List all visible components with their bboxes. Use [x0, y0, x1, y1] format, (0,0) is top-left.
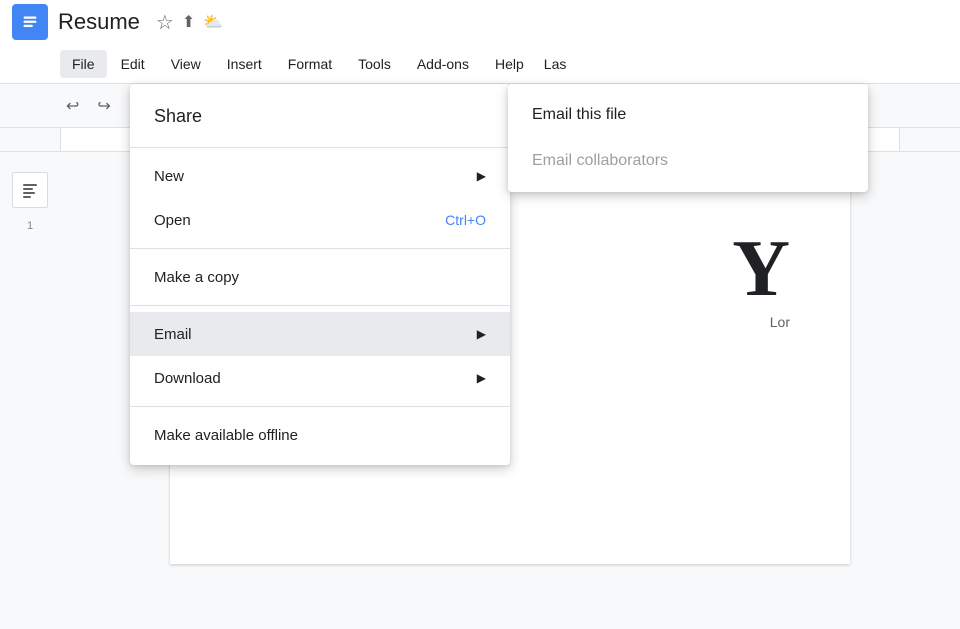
- upload-icon[interactable]: ⬆: [182, 12, 195, 32]
- menu-item-edit[interactable]: Edit: [109, 50, 157, 78]
- menu-item-last[interactable]: Las: [538, 50, 573, 78]
- submenu-item-email-file[interactable]: Email this file: [508, 92, 868, 138]
- menu-item-addons[interactable]: Add-ons: [405, 50, 481, 78]
- menu-item-format[interactable]: Format: [276, 50, 344, 78]
- dropdown-item-download-arrow: ▶: [477, 371, 486, 385]
- dropdown-share-item[interactable]: Share: [130, 92, 510, 141]
- redo-button[interactable]: ↪: [91, 92, 116, 120]
- app-icon[interactable]: [12, 4, 48, 40]
- dropdown-item-email-arrow: ▶: [477, 327, 486, 341]
- large-letter: Y: [732, 224, 790, 315]
- menu-item-view[interactable]: View: [159, 50, 213, 78]
- dropdown-item-offline-label: Make available offline: [154, 427, 298, 444]
- left-panel: 1: [0, 152, 60, 629]
- dropdown-item-open-shortcut: Ctrl+O: [445, 212, 486, 228]
- title-icons: ☆ ⬆ ⛅: [156, 10, 223, 35]
- undo-button[interactable]: ↩: [60, 92, 85, 120]
- dropdown-item-offline[interactable]: Make available offline: [130, 413, 510, 457]
- star-icon[interactable]: ☆: [156, 10, 174, 35]
- menu-item-file[interactable]: File: [60, 50, 107, 78]
- page-number: 1: [27, 220, 33, 232]
- body-text: Lor: [770, 314, 790, 330]
- document-title: Resume: [58, 9, 140, 35]
- dropdown-item-email[interactable]: Email ▶: [130, 312, 510, 356]
- menu-bar: File Edit View Insert Format Tools Add-o…: [0, 44, 960, 84]
- title-bar: Resume ☆ ⬆ ⛅: [0, 0, 960, 44]
- dropdown-item-make-copy[interactable]: Make a copy: [130, 255, 510, 299]
- dropdown-separator-3: [130, 305, 510, 306]
- submenu-item-email-collaborators: Email collaborators: [508, 138, 868, 184]
- dropdown-separator-4: [130, 406, 510, 407]
- dropdown-item-make-copy-label: Make a copy: [154, 269, 239, 286]
- menu-item-tools[interactable]: Tools: [346, 50, 403, 78]
- dropdown-separator-1: [130, 147, 510, 148]
- dropdown-item-email-label: Email: [154, 326, 192, 343]
- dropdown-item-new-label: New: [154, 168, 184, 185]
- email-submenu: Email this file Email collaborators: [508, 84, 868, 192]
- dropdown-item-open-label: Open: [154, 212, 191, 229]
- bookmark-icon[interactable]: ⛅: [203, 12, 223, 32]
- dropdown-item-download[interactable]: Download ▶: [130, 356, 510, 400]
- menu-item-insert[interactable]: Insert: [215, 50, 274, 78]
- menu-item-help[interactable]: Help: [483, 50, 536, 78]
- dropdown-item-new-arrow: ▶: [477, 169, 486, 183]
- dropdown-item-new[interactable]: New ▶: [130, 154, 510, 198]
- dropdown-item-open[interactable]: Open Ctrl+O: [130, 198, 510, 242]
- outline-icon[interactable]: [12, 172, 48, 208]
- dropdown-separator-2: [130, 248, 510, 249]
- dropdown-item-download-label: Download: [154, 370, 221, 387]
- file-dropdown-menu: Share New ▶ Open Ctrl+O Make a copy Emai…: [130, 84, 510, 465]
